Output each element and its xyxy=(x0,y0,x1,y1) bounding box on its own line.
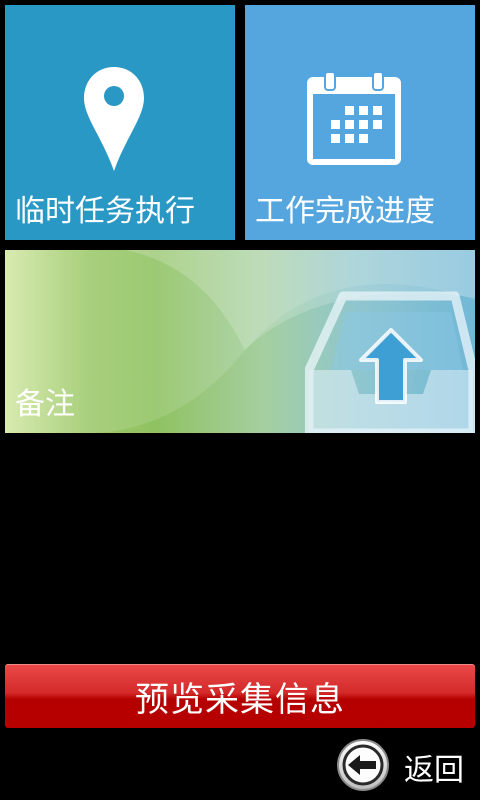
calendar-icon xyxy=(307,70,401,166)
tile-label-temporary-task: 临时任务执行 xyxy=(15,194,195,229)
tile-notes[interactable]: 备注 xyxy=(5,250,475,433)
map-pin-icon xyxy=(82,65,146,173)
tile-label-work-progress: 工作完成进度 xyxy=(255,194,435,229)
tile-label-notes: 备注 xyxy=(15,387,75,422)
preview-collected-info-button[interactable]: 预览采集信息 xyxy=(5,664,475,728)
upload-tray-icon xyxy=(304,290,475,433)
back-label: 返回 xyxy=(404,753,464,788)
preview-button-label: 预览采集信息 xyxy=(135,679,345,720)
back-button[interactable]: 返回 xyxy=(336,738,476,796)
tile-temporary-task[interactable]: 临时任务执行 xyxy=(5,5,235,240)
tile-work-progress[interactable]: 工作完成进度 xyxy=(245,5,475,240)
back-arrow-icon xyxy=(336,738,390,796)
